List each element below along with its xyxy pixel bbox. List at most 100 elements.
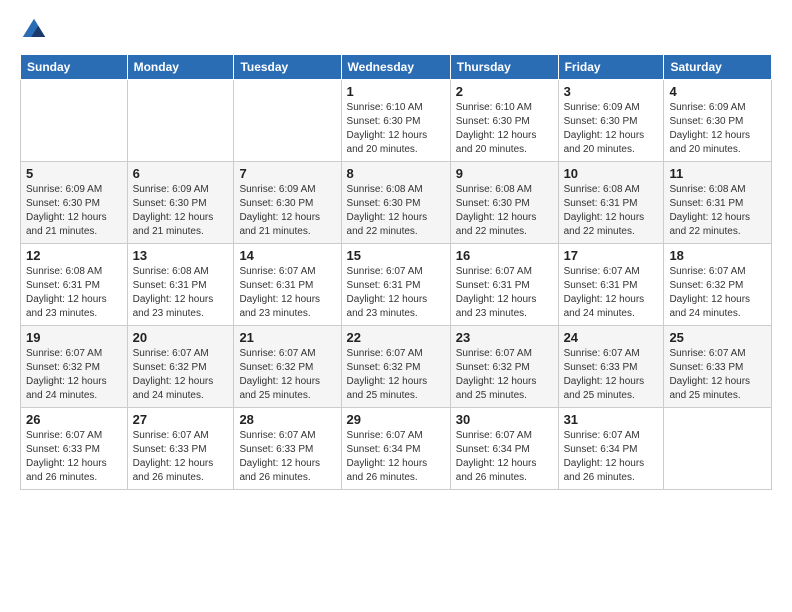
calendar-cell: 26Sunrise: 6:07 AMSunset: 6:33 PMDayligh… xyxy=(21,408,128,490)
header xyxy=(20,16,772,44)
day-info: Sunrise: 6:07 AMSunset: 6:31 PMDaylight:… xyxy=(456,265,553,321)
page: SundayMondayTuesdayWednesdayThursdayFrid… xyxy=(0,0,792,500)
day-number: 13 xyxy=(133,248,229,263)
logo-icon xyxy=(20,16,48,44)
calendar-cell: 12 Sunrise: 6:08 AMSunset: 6:31 PMDayligh… xyxy=(21,244,128,326)
day-number: 26 xyxy=(26,412,122,427)
day-number: 18 xyxy=(669,248,766,263)
day-number: 31 xyxy=(564,412,659,427)
day-number: 19 xyxy=(26,330,122,345)
calendar-cell: 18 Sunrise: 6:07 AMSunset: 6:32 PMDayligh… xyxy=(664,244,772,326)
calendar-cell: 9 Sunrise: 6:08 AMSunset: 6:30 PMDaylight… xyxy=(450,162,558,244)
day-info: Sunrise: 6:09 AMSunset: 6:30 PMDaylight:… xyxy=(239,183,335,239)
day-number: 21 xyxy=(239,330,335,345)
weekday-header: Monday xyxy=(127,55,234,80)
day-info: Sunrise: 6:07 AMSunset: 6:32 PMDaylight:… xyxy=(26,347,122,403)
day-info: Sunrise: 6:07 AMSunset: 6:34 PMDaylight:… xyxy=(347,429,445,485)
calendar-cell xyxy=(127,80,234,162)
calendar-cell: 11Sunrise: 6:08 AMSunset: 6:31 PMDayligh… xyxy=(664,162,772,244)
day-number: 8 xyxy=(347,166,445,181)
day-number: 12 xyxy=(26,248,122,263)
weekday-header: Sunday xyxy=(21,55,128,80)
calendar-cell: 7 Sunrise: 6:09 AMSunset: 6:30 PMDaylight… xyxy=(234,162,341,244)
calendar-cell: 24Sunrise: 6:07 AMSunset: 6:33 PMDayligh… xyxy=(558,326,664,408)
day-info: Sunrise: 6:07 AMSunset: 6:32 PMDaylight:… xyxy=(347,347,445,403)
day-number: 25 xyxy=(669,330,766,345)
calendar-cell: 31 Sunrise: 6:07 AMSunset: 6:34 PMDayligh… xyxy=(558,408,664,490)
calendar-week-row: 26 Sunrise: 6:07 AMSunset: 6:33 PMDayligh… xyxy=(21,408,772,490)
day-number: 27 xyxy=(133,412,229,427)
day-info: Sunrise: 6:07 AMSunset: 6:32 PMDaylight:… xyxy=(669,265,766,321)
weekday-header: Saturday xyxy=(664,55,772,80)
day-info: Sunrise: 6:08 AMSunset: 6:30 PMDaylight:… xyxy=(456,183,553,239)
weekday-header: Wednesday xyxy=(341,55,450,80)
day-info: Sunrise: 6:08 AMSunset: 6:31 PMDaylight:… xyxy=(669,183,766,239)
weekday-header-row: SundayMondayTuesdayWednesdayThursdayFrid… xyxy=(21,55,772,80)
logo xyxy=(20,16,52,44)
day-info: Sunrise: 6:09 AMSunset: 6:30 PMDaylight:… xyxy=(26,183,122,239)
calendar-cell: 14 Sunrise: 6:07 AMSunset: 6:31 PMDayligh… xyxy=(234,244,341,326)
calendar-cell: 6 Sunrise: 6:09 AMSunset: 6:30 PMDaylight… xyxy=(127,162,234,244)
day-number: 20 xyxy=(133,330,229,345)
calendar-cell: 20Sunrise: 6:07 AMSunset: 6:32 PMDayligh… xyxy=(127,326,234,408)
day-number: 22 xyxy=(347,330,445,345)
day-info: Sunrise: 6:07 AMSunset: 6:33 PMDaylight:… xyxy=(669,347,766,403)
calendar-cell: 17 Sunrise: 6:07 AMSunset: 6:31 PMDayligh… xyxy=(558,244,664,326)
day-number: 5 xyxy=(26,166,122,181)
calendar-cell: 30Sunrise: 6:07 AMSunset: 6:34 PMDayligh… xyxy=(450,408,558,490)
day-info: Sunrise: 6:09 AMSunset: 6:30 PMDaylight:… xyxy=(564,101,659,157)
day-number: 4 xyxy=(669,84,766,99)
day-info: Sunrise: 6:07 AMSunset: 6:31 PMDaylight:… xyxy=(347,265,445,321)
calendar-cell: 16 Sunrise: 6:07 AMSunset: 6:31 PMDayligh… xyxy=(450,244,558,326)
day-info: Sunrise: 6:08 AMSunset: 6:30 PMDaylight:… xyxy=(347,183,445,239)
day-number: 3 xyxy=(564,84,659,99)
day-number: 29 xyxy=(347,412,445,427)
calendar-cell: 25 Sunrise: 6:07 AMSunset: 6:33 PMDayligh… xyxy=(664,326,772,408)
weekday-header: Friday xyxy=(558,55,664,80)
day-number: 6 xyxy=(133,166,229,181)
calendar-cell: 5 Sunrise: 6:09 AMSunset: 6:30 PMDaylight… xyxy=(21,162,128,244)
calendar-cell: 29 Sunrise: 6:07 AMSunset: 6:34 PMDayligh… xyxy=(341,408,450,490)
day-info: Sunrise: 6:07 AMSunset: 6:34 PMDaylight:… xyxy=(564,429,659,485)
day-info: Sunrise: 6:10 AMSunset: 6:30 PMDaylight:… xyxy=(456,101,553,157)
day-number: 28 xyxy=(239,412,335,427)
day-number: 14 xyxy=(239,248,335,263)
calendar-cell: 3 Sunrise: 6:09 AMSunset: 6:30 PMDaylight… xyxy=(558,80,664,162)
day-number: 1 xyxy=(347,84,445,99)
calendar-cell: 1 Sunrise: 6:10 AMSunset: 6:30 PMDaylight… xyxy=(341,80,450,162)
day-number: 10 xyxy=(564,166,659,181)
day-info: Sunrise: 6:10 AMSunset: 6:30 PMDaylight:… xyxy=(347,101,445,157)
calendar-cell: 8 Sunrise: 6:08 AMSunset: 6:30 PMDaylight… xyxy=(341,162,450,244)
calendar-cell xyxy=(234,80,341,162)
day-info: Sunrise: 6:07 AMSunset: 6:34 PMDaylight:… xyxy=(456,429,553,485)
day-info: Sunrise: 6:07 AMSunset: 6:31 PMDaylight:… xyxy=(239,265,335,321)
day-number: 9 xyxy=(456,166,553,181)
calendar-cell: 22 Sunrise: 6:07 AMSunset: 6:32 PMDayligh… xyxy=(341,326,450,408)
day-number: 16 xyxy=(456,248,553,263)
day-number: 2 xyxy=(456,84,553,99)
day-info: Sunrise: 6:07 AMSunset: 6:32 PMDaylight:… xyxy=(239,347,335,403)
weekday-header: Thursday xyxy=(450,55,558,80)
calendar-week-row: 1 Sunrise: 6:10 AMSunset: 6:30 PMDaylight… xyxy=(21,80,772,162)
calendar-week-row: 19 Sunrise: 6:07 AMSunset: 6:32 PMDayligh… xyxy=(21,326,772,408)
weekday-header: Tuesday xyxy=(234,55,341,80)
calendar-week-row: 5 Sunrise: 6:09 AMSunset: 6:30 PMDaylight… xyxy=(21,162,772,244)
calendar-cell: 19 Sunrise: 6:07 AMSunset: 6:32 PMDayligh… xyxy=(21,326,128,408)
day-info: Sunrise: 6:07 AMSunset: 6:33 PMDaylight:… xyxy=(564,347,659,403)
day-info: Sunrise: 6:08 AMSunset: 6:31 PMDaylight:… xyxy=(26,265,122,321)
day-info: Sunrise: 6:08 AMSunset: 6:31 PMDaylight:… xyxy=(564,183,659,239)
calendar-week-row: 12 Sunrise: 6:08 AMSunset: 6:31 PMDayligh… xyxy=(21,244,772,326)
day-info: Sunrise: 6:07 AMSunset: 6:33 PMDaylight:… xyxy=(133,429,229,485)
calendar-cell: 15Sunrise: 6:07 AMSunset: 6:31 PMDayligh… xyxy=(341,244,450,326)
day-info: Sunrise: 6:09 AMSunset: 6:30 PMDaylight:… xyxy=(133,183,229,239)
day-info: Sunrise: 6:08 AMSunset: 6:31 PMDaylight:… xyxy=(133,265,229,321)
calendar-cell: 13 Sunrise: 6:08 AMSunset: 6:31 PMDayligh… xyxy=(127,244,234,326)
calendar-cell: 4 Sunrise: 6:09 AMSunset: 6:30 PMDaylight… xyxy=(664,80,772,162)
calendar-cell: 10 Sunrise: 6:08 AMSunset: 6:31 PMDayligh… xyxy=(558,162,664,244)
day-number: 17 xyxy=(564,248,659,263)
calendar-cell: 23Sunrise: 6:07 AMSunset: 6:32 PMDayligh… xyxy=(450,326,558,408)
day-number: 7 xyxy=(239,166,335,181)
day-info: Sunrise: 6:07 AMSunset: 6:31 PMDaylight:… xyxy=(564,265,659,321)
day-info: Sunrise: 6:07 AMSunset: 6:32 PMDaylight:… xyxy=(456,347,553,403)
day-info: Sunrise: 6:09 AMSunset: 6:30 PMDaylight:… xyxy=(669,101,766,157)
